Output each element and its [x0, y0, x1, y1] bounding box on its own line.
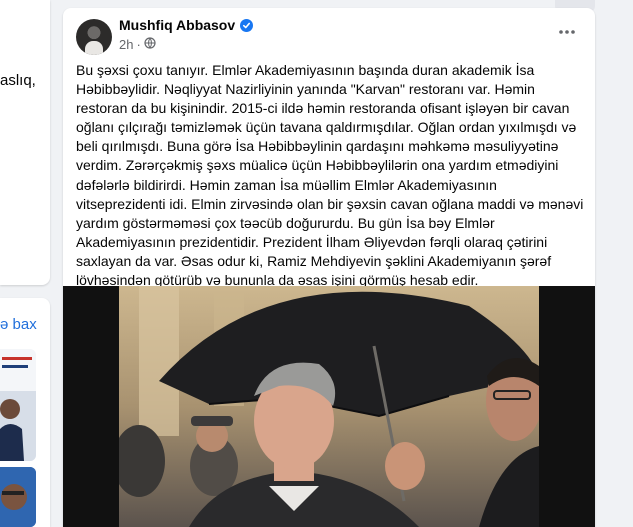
post-body: Bu şəxsi çoxu tanıyır. Elmlər Akademiyas…: [76, 62, 584, 307]
left-card-text: aslıq,: [0, 72, 36, 89]
see-all-link[interactable]: ə bax: [0, 316, 37, 333]
post-card: Mushfiq Abbasov 2h · Bu şəxsi çoxu tanıy…: [63, 8, 595, 527]
verified-badge-icon: [240, 18, 254, 32]
post-photo[interactable]: [63, 286, 595, 527]
author-name[interactable]: Mushfiq Abbasov: [119, 17, 235, 33]
thumbnail-image[interactable]: [0, 467, 36, 527]
post-author: Mushfiq Abbasov: [119, 17, 254, 33]
post-meta: 2h ·: [119, 37, 156, 52]
post-time[interactable]: 2h: [119, 37, 133, 52]
photo-image: [119, 286, 539, 527]
author-avatar[interactable]: [76, 19, 112, 55]
globe-icon[interactable]: [144, 37, 156, 52]
left-card: [0, 0, 50, 285]
thumbnail-image[interactable]: [0, 349, 36, 461]
more-options-icon[interactable]: [549, 20, 585, 44]
